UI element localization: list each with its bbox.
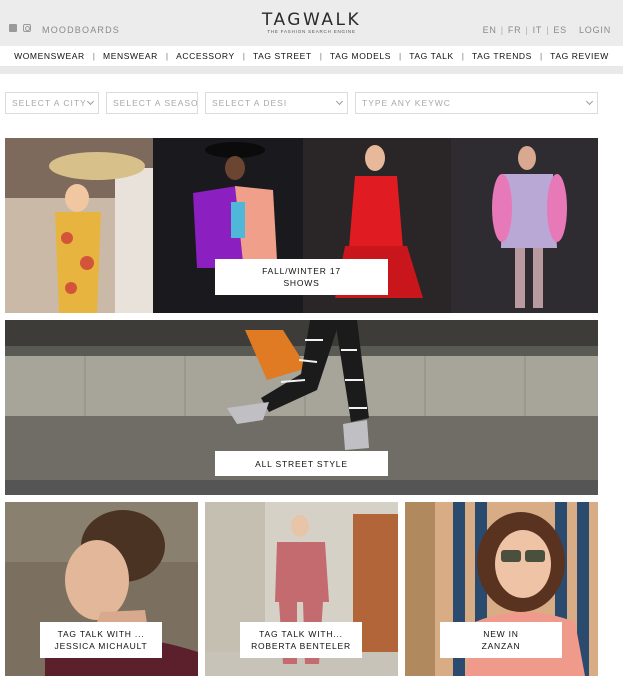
tag-talk-roberta-line1: TAG TALK WITH... [259,629,343,639]
designer-select[interactable]: SELECT A DESI [205,92,348,114]
shows-caption-line2: SHOWS [283,278,320,288]
season-select-label: SELECT A SEASON [113,98,198,108]
lang-fr[interactable]: FR [508,25,522,35]
tag-talk-jessica-line1: TAG TALK WITH ... [57,629,145,639]
shows-tile[interactable]: FALL/WINTER 17 SHOWS [5,138,598,313]
street-style-caption: ALL STREET STYLE [215,451,388,476]
nav-accessory[interactable]: ACCESSORY [176,51,235,61]
nav-tag-street[interactable]: TAG STREET [253,51,312,61]
nav-separator: | [461,51,464,61]
lang-separator: | [500,25,504,35]
chevron-down-icon [335,97,344,106]
shows-caption-line1: FALL/WINTER 17 [262,266,341,276]
nav-shadow-band [0,67,623,74]
chevron-down-icon [585,97,594,106]
tag-talk-roberta-caption: TAG TALK WITH... ROBERTA BENTELER [240,622,362,658]
tag-talk-jessica-line2: JESSICA MICHAULT [54,641,148,651]
new-in-zanzan-tile[interactable]: NEW IN ZANZAN [405,502,598,676]
lang-it[interactable]: IT [533,25,543,35]
tag-talk-roberta-tile[interactable]: TAG TALK WITH... ROBERTA BENTELER [205,502,398,676]
keyword-input[interactable]: TYPE ANY KEYWC [355,92,598,114]
nav-tag-talk[interactable]: TAG TALK [409,51,453,61]
chevron-down-icon [86,97,95,106]
tag-talk-roberta-line2: ROBERTA BENTELER [251,641,351,651]
new-in-zanzan-line1: NEW IN [483,629,519,639]
nav-separator: | [92,51,96,61]
city-select[interactable]: SELECT A CITY [5,92,99,114]
designer-select-label: SELECT A DESI [212,98,288,108]
login-link[interactable]: LOGIN [579,25,611,35]
nav-separator: | [539,51,543,61]
keyword-input-placeholder: TYPE ANY KEYWC [362,98,451,108]
new-in-zanzan-caption: NEW IN ZANZAN [440,622,562,658]
nav-tag-models[interactable]: TAG MODELS [330,51,391,61]
nav-separator: | [399,51,402,61]
nav-menswear[interactable]: MENSWEAR [103,51,158,61]
nav-separator: | [242,51,245,61]
main-nav: WOMENSWEAR | MENSWEAR | ACCESSORY | TAG … [0,46,623,67]
shows-caption: FALL/WINTER 17 SHOWS [215,259,388,295]
nav-separator: | [319,51,322,61]
street-style-caption-line1: ALL STREET STYLE [255,458,348,469]
nav-tag-trends[interactable]: TAG TRENDS [472,51,532,61]
nav-separator: | [165,51,169,61]
street-style-tile[interactable]: ALL STREET STYLE [5,320,598,495]
tag-talk-jessica-caption: TAG TALK WITH ... JESSICA MICHAULT [40,622,162,658]
season-select[interactable]: SELECT A SEASON [106,92,198,114]
lang-es[interactable]: ES [553,25,567,35]
lang-en[interactable]: EN [483,25,497,35]
nav-womenswear[interactable]: WOMENSWEAR [14,51,85,61]
new-in-zanzan-line2: ZANZAN [481,641,521,651]
lang-separator: | [546,25,550,35]
search-filters: SELECT A CITY SELECT A SEASON SELECT A D… [0,92,623,114]
nav-tag-review[interactable]: TAG REVIEW [550,51,609,61]
lang-separator: | [525,25,529,35]
tag-talk-jessica-tile[interactable]: TAG TALK WITH ... JESSICA MICHAULT [5,502,198,676]
city-select-label: SELECT A CITY [12,98,87,108]
top-bar: MOODBOARDS TAGWALK THE FASHION SEARCH EN… [0,0,623,46]
language-switcher: EN | FR | IT | ES LOGIN [483,25,611,35]
